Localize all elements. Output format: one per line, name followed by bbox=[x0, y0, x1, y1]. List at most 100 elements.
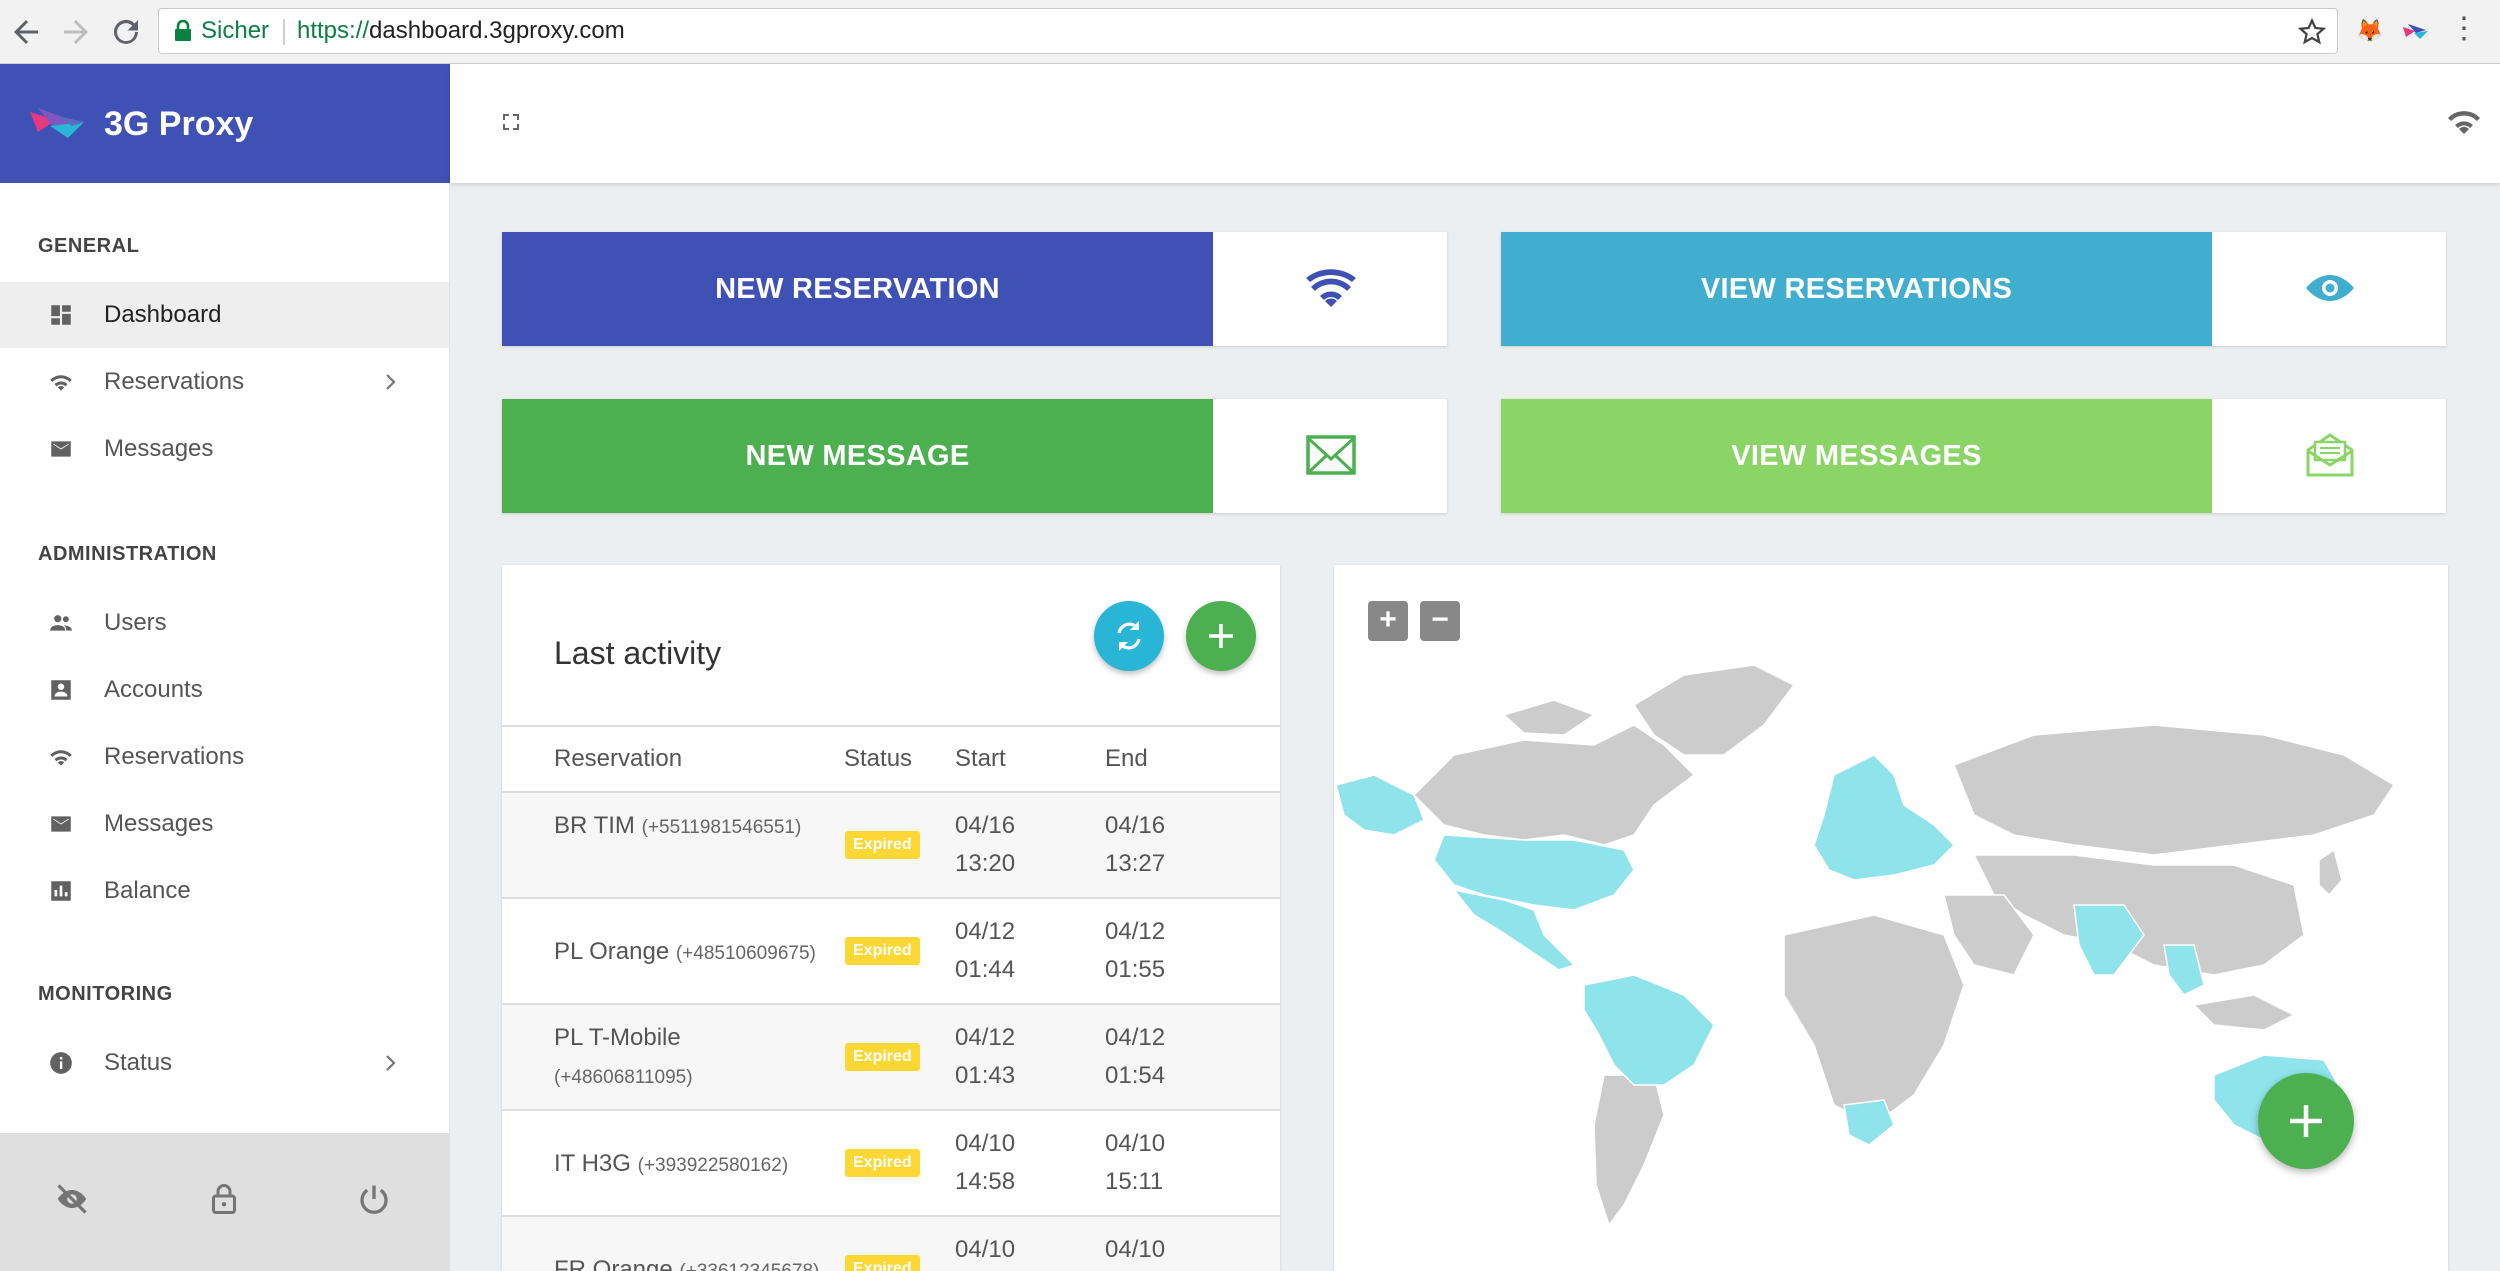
eye-icon bbox=[2306, 275, 2354, 301]
new-reservation-button[interactable]: NEW RESERVATION bbox=[502, 232, 1213, 346]
map-region-canada bbox=[1412, 724, 1696, 846]
sidebar-item-users[interactable]: Users bbox=[0, 590, 449, 656]
status-badge: Expired bbox=[845, 1149, 920, 1177]
table-row[interactable]: PL Orange (+48510609675) Expired 04/12 01… bbox=[502, 899, 1280, 1005]
info-icon bbox=[48, 1050, 74, 1076]
refresh-button[interactable] bbox=[1094, 601, 1164, 671]
sidebar-item-label: Dashboard bbox=[104, 301, 222, 328]
sidebar-item-label: Reservations bbox=[104, 743, 245, 770]
sidebar: GENERAL Dashboard Reservations Messages … bbox=[0, 183, 450, 1133]
reservation-name: PL T-Mobile (+48606811095) bbox=[554, 1024, 693, 1088]
sidebar-item-label: Status bbox=[104, 1049, 173, 1076]
reservation-name: IT H3G (+393922580162) bbox=[554, 1150, 789, 1177]
sidebar-item-label: Messages bbox=[104, 810, 214, 837]
sidebar-item-messages[interactable]: Messages bbox=[0, 416, 449, 482]
plus-icon bbox=[2290, 1105, 2322, 1137]
view-messages-card[interactable]: VIEW MESSAGES bbox=[1501, 399, 2446, 513]
map-region-japan bbox=[2318, 848, 2343, 897]
column-header-end: End bbox=[1105, 745, 1148, 772]
power-icon[interactable] bbox=[356, 1181, 392, 1217]
end-datetime: 04/10 15:11 bbox=[1105, 1130, 1166, 1195]
zoom-out-button[interactable]: − bbox=[1420, 601, 1460, 641]
start-datetime: 04/10 bbox=[955, 1236, 1016, 1263]
status-badge: Expired bbox=[845, 1043, 920, 1071]
sidebar-item-reservations[interactable]: Reservations bbox=[0, 349, 449, 415]
sidebar-item-label: Accounts bbox=[104, 676, 203, 703]
map-region-alaska bbox=[1335, 774, 1425, 836]
refresh-icon bbox=[1117, 621, 1141, 651]
column-header-start: Start bbox=[955, 745, 1006, 772]
map-region-arctic-islands bbox=[1502, 699, 1596, 736]
browser-menu-icon[interactable]: ⋮ bbox=[2448, 14, 2480, 47]
reload-icon[interactable] bbox=[108, 14, 144, 50]
view-messages-icon-area[interactable] bbox=[2212, 399, 2446, 513]
lock-icon[interactable] bbox=[206, 1181, 242, 1217]
map-region-indonesia bbox=[2192, 994, 2296, 1031]
envelope-icon bbox=[1306, 435, 1356, 475]
end-datetime: 04/10 bbox=[1105, 1236, 1166, 1263]
account-box-icon bbox=[48, 677, 74, 703]
fullscreen-icon[interactable] bbox=[500, 111, 522, 133]
visibility-off-icon[interactable] bbox=[54, 1181, 90, 1217]
map-region-europe bbox=[1813, 754, 1956, 881]
wifi-icon bbox=[48, 369, 74, 395]
reservation-name: BR TIM (+5511981546551) bbox=[554, 812, 802, 839]
dashboard-icon bbox=[48, 302, 74, 328]
view-messages-button[interactable]: VIEW MESSAGES bbox=[1501, 399, 2212, 513]
view-reservations-icon-area[interactable] bbox=[2212, 232, 2446, 346]
mail-icon bbox=[48, 436, 74, 462]
column-header-status: Status bbox=[844, 745, 913, 772]
new-reservation-icon-area[interactable] bbox=[1213, 232, 1447, 346]
forward-icon[interactable] bbox=[58, 14, 94, 50]
sidebar-item-balance[interactable]: Balance bbox=[0, 858, 449, 924]
view-reservations-card[interactable]: VIEW RESERVATIONS bbox=[1501, 232, 2446, 346]
section-title-administration: ADMINISTRATION bbox=[38, 543, 217, 565]
brand-name: 3G Proxy bbox=[104, 105, 254, 143]
sidebar-item-label: Messages bbox=[104, 435, 214, 462]
new-reservation-card[interactable]: NEW RESERVATION bbox=[502, 232, 1447, 346]
add-location-button[interactable] bbox=[2258, 1073, 2354, 1169]
table-row[interactable]: PL T-Mobile (+48606811095) Expired 04/12 0… bbox=[502, 1005, 1280, 1111]
metamask-extension-icon[interactable]: 🦊 bbox=[2354, 15, 2386, 47]
add-activity-button[interactable] bbox=[1186, 601, 1256, 671]
url-divider bbox=[283, 19, 285, 45]
panel-title: Last activity bbox=[554, 635, 722, 671]
start-datetime: 04/16 13:20 bbox=[955, 812, 1016, 877]
table-row[interactable]: IT H3G (+393922580162) Expired 04/10 14:5… bbox=[502, 1111, 1280, 1217]
map-region-south-america-south bbox=[1593, 1074, 1665, 1227]
new-message-button[interactable]: NEW MESSAGE bbox=[502, 399, 1213, 513]
sidebar-item-dashboard[interactable]: Dashboard bbox=[0, 282, 449, 348]
map-region-south-africa bbox=[1843, 1099, 1895, 1146]
start-datetime: 04/12 01:44 bbox=[955, 918, 1016, 983]
url-text[interactable]: https://dashboard.3gproxy.com bbox=[297, 9, 625, 53]
new-message-card[interactable]: NEW MESSAGE bbox=[502, 399, 1447, 513]
bookmark-star-icon[interactable] bbox=[2297, 17, 2327, 47]
sidebar-item-admin-reservations[interactable]: Reservations bbox=[0, 724, 449, 790]
table-row[interactable]: BR TIM (+5511981546551) Expired 04/16 13:… bbox=[502, 793, 1280, 899]
sidebar-item-admin-messages[interactable]: Messages bbox=[0, 791, 449, 857]
status-badge: Expired bbox=[845, 937, 920, 965]
sidebar-item-label: Balance bbox=[104, 877, 191, 904]
status-badge: Expired bbox=[845, 831, 920, 859]
table-row[interactable]: FR Orange (+33612345678) Expired 04/10 0… bbox=[502, 1217, 1280, 1271]
wifi-icon bbox=[48, 744, 74, 770]
wifi-icon bbox=[1306, 269, 1356, 307]
sidebar-item-accounts[interactable]: Accounts bbox=[0, 657, 449, 723]
zoom-in-button[interactable]: + bbox=[1368, 601, 1408, 641]
brand-header[interactable]: 3G Proxy bbox=[0, 64, 450, 183]
new-message-icon-area[interactable] bbox=[1213, 399, 1447, 513]
chevron-right-icon bbox=[386, 374, 396, 390]
status-badge: Expired bbox=[845, 1255, 920, 1271]
sidebar-item-label: Users bbox=[104, 609, 167, 636]
sidebar-item-status[interactable]: Status bbox=[0, 1030, 449, 1096]
browser-chrome: Sicher https://dashboard.3gproxy.com 🦊 ⋮ bbox=[0, 0, 2500, 64]
view-reservations-button[interactable]: VIEW RESERVATIONS bbox=[1501, 232, 2212, 346]
map-region-brazil bbox=[1583, 974, 1715, 1086]
chevron-right-icon bbox=[386, 1055, 396, 1071]
wifi-icon[interactable] bbox=[2446, 106, 2482, 136]
back-icon[interactable] bbox=[8, 14, 44, 50]
end-datetime: 04/12 01:55 bbox=[1105, 918, 1166, 983]
address-bar[interactable]: Sicher https://dashboard.3gproxy.com bbox=[158, 8, 2338, 54]
map-region-africa bbox=[1783, 914, 1965, 1126]
3gproxy-extension-icon[interactable] bbox=[2400, 15, 2432, 47]
